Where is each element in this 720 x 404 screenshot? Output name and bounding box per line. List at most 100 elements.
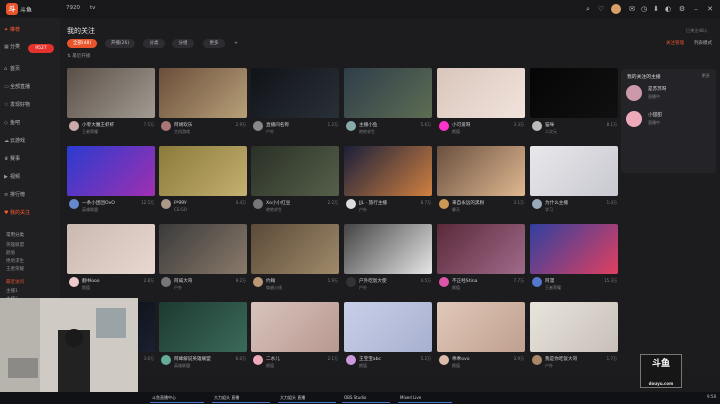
- stream-card[interactable]: 小枣大魔王虾虾 王者荣耀 7.5万: [67, 68, 155, 138]
- stream-thumbnail[interactable]: [344, 224, 432, 274]
- history-icon[interactable]: ◷: [640, 5, 648, 13]
- stream-thumbnail[interactable]: [530, 302, 618, 352]
- stream-thumbnail[interactable]: [530, 224, 618, 274]
- add-group-icon[interactable]: +: [231, 39, 241, 48]
- skin-icon[interactable]: ◐: [664, 5, 672, 13]
- stream-card[interactable]: Xo小小红豆 绝地求生 2.2万: [251, 146, 339, 216]
- stream-thumbnail[interactable]: [344, 302, 432, 352]
- sidebar-sub-item[interactable]: 王者荣耀: [6, 266, 24, 272]
- avatar[interactable]: [253, 355, 263, 365]
- user-avatar[interactable]: [611, 4, 621, 14]
- stream-thumbnail[interactable]: [437, 68, 525, 118]
- avatar[interactable]: [346, 121, 356, 131]
- avatar[interactable]: [69, 121, 79, 131]
- stream-thumbnail[interactable]: [530, 146, 618, 196]
- settings-icon[interactable]: ⚙: [678, 5, 686, 13]
- stream-thumbnail[interactable]: [159, 68, 247, 118]
- avatar[interactable]: [161, 121, 171, 131]
- avatar[interactable]: [532, 199, 542, 209]
- streamer-name[interactable]: 二水儿: [266, 356, 310, 362]
- minimize-icon[interactable]: –: [692, 5, 700, 13]
- sidebar-item-video[interactable]: ▶ 视频: [4, 172, 58, 182]
- streamer-name[interactable]: 户外吃饭大使: [359, 278, 403, 284]
- stream-thumbnail[interactable]: [251, 302, 339, 352]
- stream-card[interactable]: JJL · 旅行主播 户外 6.7万: [344, 146, 432, 216]
- avatar[interactable]: [439, 277, 449, 287]
- streamer-name[interactable]: JJL · 旅行主播: [359, 200, 403, 206]
- message-icon[interactable]: ✉: [628, 5, 636, 13]
- task-item[interactable]: 大力姐头 直播: [212, 394, 270, 403]
- filter-live[interactable]: 开播(26): [105, 39, 135, 48]
- stream-card[interactable]: 来自永远的黑粉 聊天 3.1万: [437, 146, 525, 216]
- streamer-name[interactable]: 为什么主播: [545, 200, 589, 206]
- sidebar-item-discover[interactable]: ☆ 发现好物: [4, 100, 58, 110]
- avatar[interactable]: [532, 277, 542, 287]
- stream-thumbnail[interactable]: [530, 68, 618, 118]
- stream-card[interactable]: 为什么主播 学习 1.4万: [530, 146, 618, 216]
- avatar[interactable]: [439, 355, 449, 365]
- avatar[interactable]: [439, 121, 449, 131]
- filter-all[interactable]: 全部(48): [67, 39, 97, 48]
- avatar[interactable]: [253, 277, 263, 287]
- streamer-name[interactable]: 主播小鱼: [359, 122, 403, 128]
- view-toggle[interactable]: 列表模式: [694, 40, 712, 46]
- avatar[interactable]: [439, 199, 449, 209]
- avatar[interactable]: [161, 355, 171, 365]
- stream-thumbnail[interactable]: [344, 68, 432, 118]
- stream-thumbnail[interactable]: [251, 224, 339, 274]
- streamer-name[interactable]: piggy: [174, 200, 218, 205]
- stream-card[interactable]: 小可爱呀 颜值 3.3万: [437, 68, 525, 138]
- stream-thumbnail[interactable]: [251, 146, 339, 196]
- stream-card[interactable]: 一条小团团OvO 英雄联盟 12.5万: [67, 146, 155, 216]
- streamer-name[interactable]: 猫咪: [545, 122, 589, 128]
- sidebar-item-cloud-game[interactable]: ☁云游戏: [4, 136, 58, 146]
- avatar[interactable]: [346, 277, 356, 287]
- stream-thumbnail[interactable]: [159, 146, 247, 196]
- close-icon[interactable]: ✕: [706, 5, 714, 13]
- task-item[interactable]: 大力姐头 直播: [278, 394, 336, 403]
- stream-thumbnail[interactable]: [159, 302, 247, 352]
- sidebar-item-all-live[interactable]: ▭全部直播: [4, 82, 58, 92]
- avatar[interactable]: [532, 121, 542, 131]
- streamer-name[interactable]: 约翰: [266, 278, 310, 284]
- stream-thumbnail[interactable]: [67, 68, 155, 118]
- task-item[interactable]: OBS Studio: [342, 394, 390, 403]
- right-panel-more[interactable]: 更多: [702, 73, 710, 79]
- stream-card[interactable]: 王宝宝abc 颜值 5.2万: [344, 302, 432, 372]
- sidebar-item-home[interactable]: ⌂ 首页: [4, 64, 58, 74]
- stream-card[interactable]: 翻书ooo 颜值 2.8万: [67, 224, 155, 294]
- stream-card[interactable]: 约翰 穿越火线 1.9万: [251, 224, 339, 294]
- stream-thumbnail[interactable]: [67, 146, 155, 196]
- sidebar-item-rank[interactable]: ≡ 排行榜: [4, 190, 58, 200]
- streamer-name[interactable]: 阿峰解说英雄联盟: [174, 356, 218, 362]
- stream-thumbnail[interactable]: [437, 146, 525, 196]
- sidebar-item-events[interactable]: ♛ 赛事: [4, 154, 58, 164]
- stream-card[interactable]: 我是你吃饭大哥 户外 1.7万: [530, 302, 618, 372]
- avatar[interactable]: [253, 121, 263, 131]
- stream-card[interactable]: 户外吃饭大使 户外 4.5万: [344, 224, 432, 294]
- sidebar-sub-item[interactable]: 英雄联盟: [6, 242, 24, 248]
- stream-thumbnail[interactable]: [437, 224, 525, 274]
- stream-card[interactable]: 阿漫 王者荣耀 15.3万: [530, 224, 618, 294]
- avatar[interactable]: [69, 277, 79, 287]
- avatar[interactable]: [161, 277, 171, 287]
- streamer-name[interactable]: 王宝宝abc: [359, 356, 403, 362]
- stream-card[interactable]: 阿胡欢乐 主机游戏 2.9万: [159, 68, 247, 138]
- streamer-name[interactable]: 我是你吃饭大哥: [545, 356, 589, 362]
- streamer-name[interactable]: 阿威大哥: [174, 278, 218, 284]
- avatar[interactable]: [346, 199, 356, 209]
- filter-more[interactable]: 更多: [203, 39, 225, 48]
- streamer-name[interactable]: 不正经Stina: [452, 278, 496, 284]
- sort-label[interactable]: ⇅ 最近开播: [67, 53, 90, 59]
- streamer-name[interactable]: 直播间名称: [266, 122, 310, 128]
- streamer-name[interactable]: 小枣大魔王虾虾: [82, 122, 126, 128]
- right-panel-item[interactable]: 小甜甜 直播中: [626, 109, 712, 131]
- stream-card[interactable]: 直播间名称 户外 1.2万: [251, 68, 339, 138]
- download-icon[interactable]: ⬇: [652, 5, 660, 13]
- streamer-name[interactable]: 来自永远的黑粉: [452, 200, 496, 206]
- stream-thumbnail[interactable]: [251, 68, 339, 118]
- filter-group[interactable]: 分组: [172, 39, 194, 48]
- stream-card[interactable]: 阿峰解说英雄联盟 英雄联盟 6.0万: [159, 302, 247, 372]
- title-tab-tv[interactable]: tv: [90, 5, 95, 11]
- sidebar-sub-item[interactable]: 绝地求生: [6, 258, 24, 264]
